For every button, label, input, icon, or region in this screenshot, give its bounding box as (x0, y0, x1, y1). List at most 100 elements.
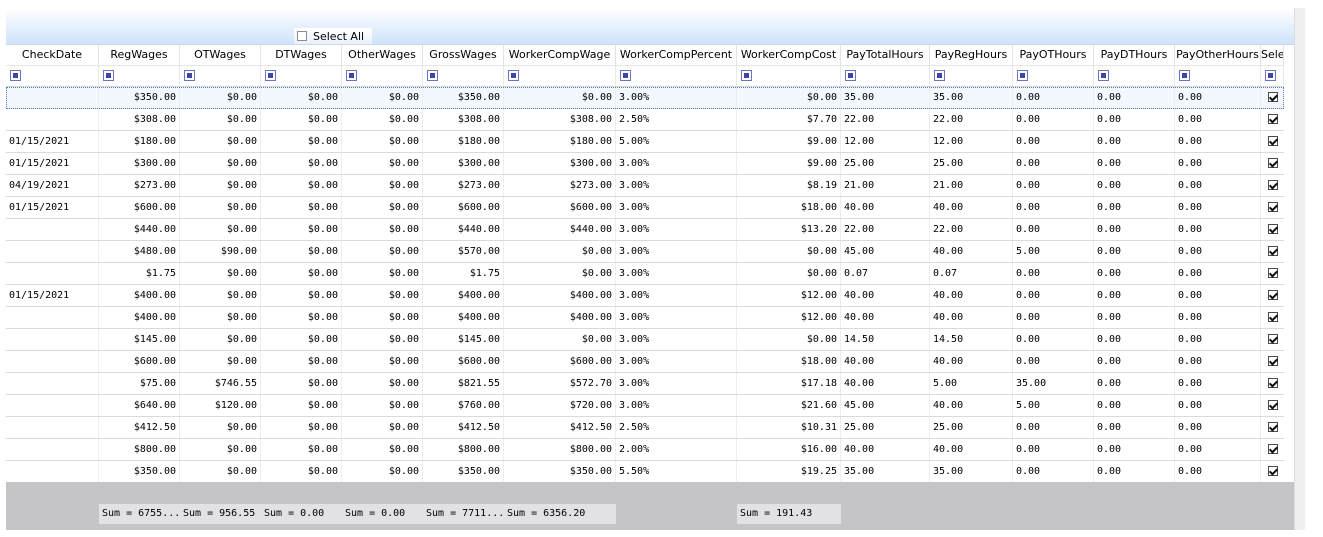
cell-dtwages: $0.00 (261, 153, 342, 174)
select-all-toggle[interactable]: Select All (294, 28, 372, 44)
cell-worker-comp-percent: 3.00% (616, 329, 737, 350)
row-select-checkbox[interactable] (1267, 290, 1278, 300)
vertical-scrollbar[interactable] (1294, 8, 1305, 530)
cell-pay-othours: 0.00 (1013, 351, 1094, 372)
table-row[interactable]: 04/19/2021 $273.00 $0.00 $0.00 $0.00 $273.00 $… (6, 175, 1284, 197)
cell-check-date (6, 307, 99, 328)
cell-worker-comp-percent: 3.00% (616, 87, 737, 108)
column-header-other-wages[interactable]: OtherWages (342, 45, 423, 65)
filter-icon[interactable] (184, 70, 195, 81)
table-row[interactable]: $1.75 $0.00 $0.00 $0.00 $1.75 $0.00 3.00% $0.00… (6, 263, 1284, 285)
cell-pay-reg-hours: 14.50 (930, 329, 1013, 350)
column-header-reg-wages[interactable]: RegWages (99, 45, 180, 65)
cell-gross-wages: $273.00 (423, 175, 504, 196)
row-select-checkbox[interactable] (1267, 114, 1278, 124)
cell-pay-other-hours: 0.00 (1175, 153, 1261, 174)
column-header-pay-total-hours[interactable]: PayTotalHours (841, 45, 930, 65)
row-select-checkbox[interactable] (1267, 466, 1278, 476)
row-select-checkbox[interactable] (1267, 202, 1278, 212)
row-select-checkbox[interactable] (1267, 378, 1278, 388)
cell-worker-comp-percent: 3.00% (616, 373, 737, 394)
table-row[interactable]: $800.00 $0.00 $0.00 $0.00 $800.00 $800.00 2.00… (6, 439, 1284, 461)
filter-icon[interactable] (1017, 70, 1028, 81)
column-header-pay-dthours[interactable]: PayDTHours (1094, 45, 1175, 65)
table-row[interactable]: $440.00 $0.00 $0.00 $0.00 $440.00 $440.00 3.00… (6, 219, 1284, 241)
row-select-checkbox[interactable] (1267, 422, 1278, 432)
table-row[interactable]: 01/15/2021 $180.00 $0.00 $0.00 $0.00 $180.00 $… (6, 131, 1284, 153)
filter-icon[interactable] (427, 70, 438, 81)
cell-worker-comp-percent: 3.00% (616, 153, 737, 174)
table-row[interactable]: $308.00 $0.00 $0.00 $0.00 $308.00 $308.00 2.50… (6, 109, 1284, 131)
filter-icon[interactable] (1098, 70, 1109, 81)
column-header-sele[interactable]: Sele (1261, 45, 1284, 65)
filter-icon[interactable] (741, 70, 752, 81)
table-row[interactable]: $145.00 $0.00 $0.00 $0.00 $145.00 $0.00 3.00% $… (6, 329, 1284, 351)
cell-pay-othours: 0.00 (1013, 219, 1094, 240)
table-row[interactable]: $640.00 $120.00 $0.00 $0.00 $760.00 $720.00 3.… (6, 395, 1284, 417)
filter-icon[interactable] (620, 70, 631, 81)
table-row[interactable]: $350.00 $0.00 $0.00 $0.00 $350.00 $350.00 5.50… (6, 461, 1284, 483)
cell-gross-wages: $1.75 (423, 263, 504, 284)
cell-pay-total-hours: 35.00 (841, 87, 930, 108)
table-row[interactable]: 01/15/2021 $300.00 $0.00 $0.00 $0.00 $300.00 $… (6, 153, 1284, 175)
cell-otwages: $0.00 (180, 417, 261, 438)
cell-reg-wages: $273.00 (99, 175, 180, 196)
table-row[interactable]: $412.50 $0.00 $0.00 $0.00 $412.50 $412.50 2.50… (6, 417, 1284, 439)
cell-pay-othours: 0.00 (1013, 131, 1094, 152)
cell-pay-total-hours: 22.00 (841, 109, 930, 130)
cell-worker-comp-cost: $16.00 (737, 439, 841, 460)
row-select-checkbox[interactable] (1267, 312, 1278, 322)
filter-icon[interactable] (1179, 70, 1190, 81)
column-header-otwages[interactable]: OTWages (180, 45, 261, 65)
column-header-gross-wages[interactable]: GrossWages (423, 45, 504, 65)
table-row[interactable]: 01/15/2021 $600.00 $0.00 $0.00 $0.00 $600.00 $… (6, 197, 1284, 219)
column-header-pay-reg-hours[interactable]: PayRegHours (930, 45, 1013, 65)
filter-icon[interactable] (10, 70, 21, 81)
row-select-checkbox[interactable] (1267, 180, 1278, 190)
table-row[interactable]: 01/15/2021 $400.00 $0.00 $0.00 $0.00 $400.00 $… (6, 285, 1284, 307)
row-select-checkbox[interactable] (1267, 224, 1278, 234)
table-row[interactable]: $350.00 $0.00 $0.00 $0.00 $350.00 $0.00 3.00% $… (6, 87, 1284, 109)
filter-icon[interactable] (346, 70, 357, 81)
cell-pay-total-hours: 25.00 (841, 417, 930, 438)
cell-worker-comp-wage: $800.00 (504, 439, 616, 460)
cell-otwages: $0.00 (180, 263, 261, 284)
row-select-checkbox[interactable] (1267, 158, 1278, 168)
filter-icon[interactable] (845, 70, 856, 81)
row-select-checkbox[interactable] (1267, 136, 1278, 146)
row-select-checkbox[interactable] (1267, 400, 1278, 410)
row-select-checkbox[interactable] (1267, 356, 1278, 366)
column-header-worker-comp-cost[interactable]: WorkerCompCost (737, 45, 841, 65)
cell-pay-dthours: 0.00 (1094, 439, 1175, 460)
row-select-checkbox[interactable] (1267, 444, 1278, 454)
row-select-checkbox[interactable] (1267, 92, 1278, 102)
cell-pay-total-hours: 40.00 (841, 197, 930, 218)
cell-dtwages: $0.00 (261, 175, 342, 196)
filter-icon[interactable] (265, 70, 276, 81)
table-row[interactable]: $75.00 $746.55 $0.00 $0.00 $821.55 $572.70 3.0… (6, 373, 1284, 395)
row-select-checkbox[interactable] (1267, 268, 1278, 278)
column-header-pay-othours[interactable]: PayOTHours (1013, 45, 1094, 65)
column-header-check-date[interactable]: CheckDate (6, 45, 99, 65)
cell-worker-comp-percent: 3.00% (616, 263, 737, 284)
table-row[interactable]: $400.00 $0.00 $0.00 $0.00 $400.00 $400.00 3.00… (6, 307, 1284, 329)
select-all-checkbox[interactable] (297, 31, 307, 41)
row-select-cell (1261, 175, 1284, 196)
filter-icon[interactable] (508, 70, 519, 81)
filter-icon[interactable] (103, 70, 114, 81)
table-row[interactable]: $480.00 $90.00 $0.00 $0.00 $570.00 $0.00 3.00%… (6, 241, 1284, 263)
cell-worker-comp-wage: $180.00 (504, 131, 616, 152)
summary-dtwages: Sum = 0.00 (261, 504, 342, 524)
cell-pay-othours: 0.00 (1013, 175, 1094, 196)
column-header-pay-other-hours[interactable]: PayOtherHours (1175, 45, 1261, 65)
row-select-cell (1261, 329, 1284, 350)
filter-icon[interactable] (934, 70, 945, 81)
row-select-checkbox[interactable] (1267, 246, 1278, 256)
column-header-dtwages[interactable]: DTWages (261, 45, 342, 65)
cell-pay-othours: 5.00 (1013, 241, 1094, 262)
row-select-checkbox[interactable] (1267, 334, 1278, 344)
filter-icon[interactable] (1265, 70, 1276, 81)
column-header-worker-comp-wage[interactable]: WorkerCompWage (504, 45, 616, 65)
column-header-worker-comp-percent[interactable]: WorkerCompPercent (616, 45, 737, 65)
table-row[interactable]: $600.00 $0.00 $0.00 $0.00 $600.00 $600.00 3.00… (6, 351, 1284, 373)
